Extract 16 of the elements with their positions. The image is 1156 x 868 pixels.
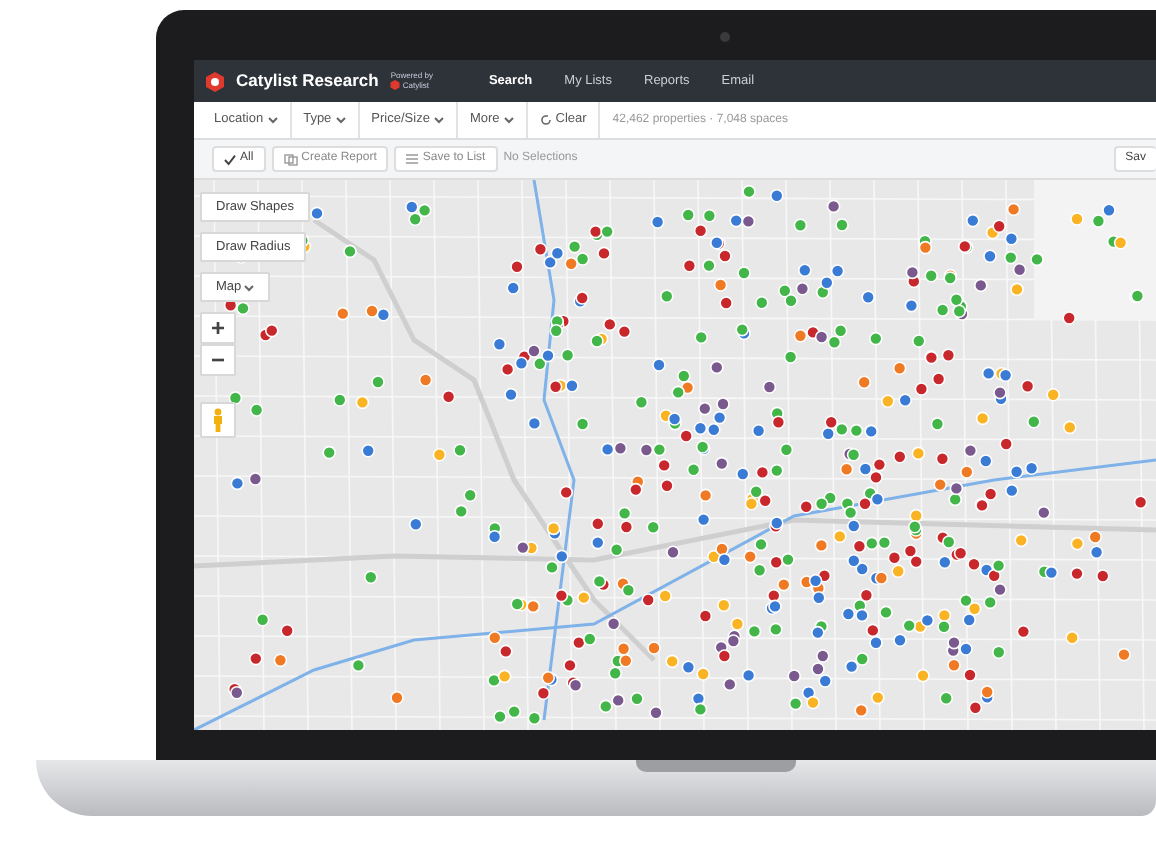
check-icon <box>224 153 236 165</box>
caret-icon <box>503 116 514 124</box>
hexagon-logo-icon <box>206 71 224 91</box>
report-icon <box>283 153 298 165</box>
refresh-icon <box>539 114 552 126</box>
zoom-in-button[interactable]: + <box>200 312 236 345</box>
hexagon-logo-icon <box>390 80 401 90</box>
list-icon <box>406 154 419 164</box>
brand-name[interactable]: Catylist Research <box>236 68 379 94</box>
camera-icon <box>720 32 730 42</box>
caret-icon <box>433 116 444 124</box>
map-drawing[interactable] <box>194 180 1156 730</box>
caret-icon <box>267 116 278 124</box>
caret-icon <box>335 116 346 124</box>
zoom-out-button[interactable]: − <box>200 344 236 377</box>
caret-icon <box>244 283 255 292</box>
